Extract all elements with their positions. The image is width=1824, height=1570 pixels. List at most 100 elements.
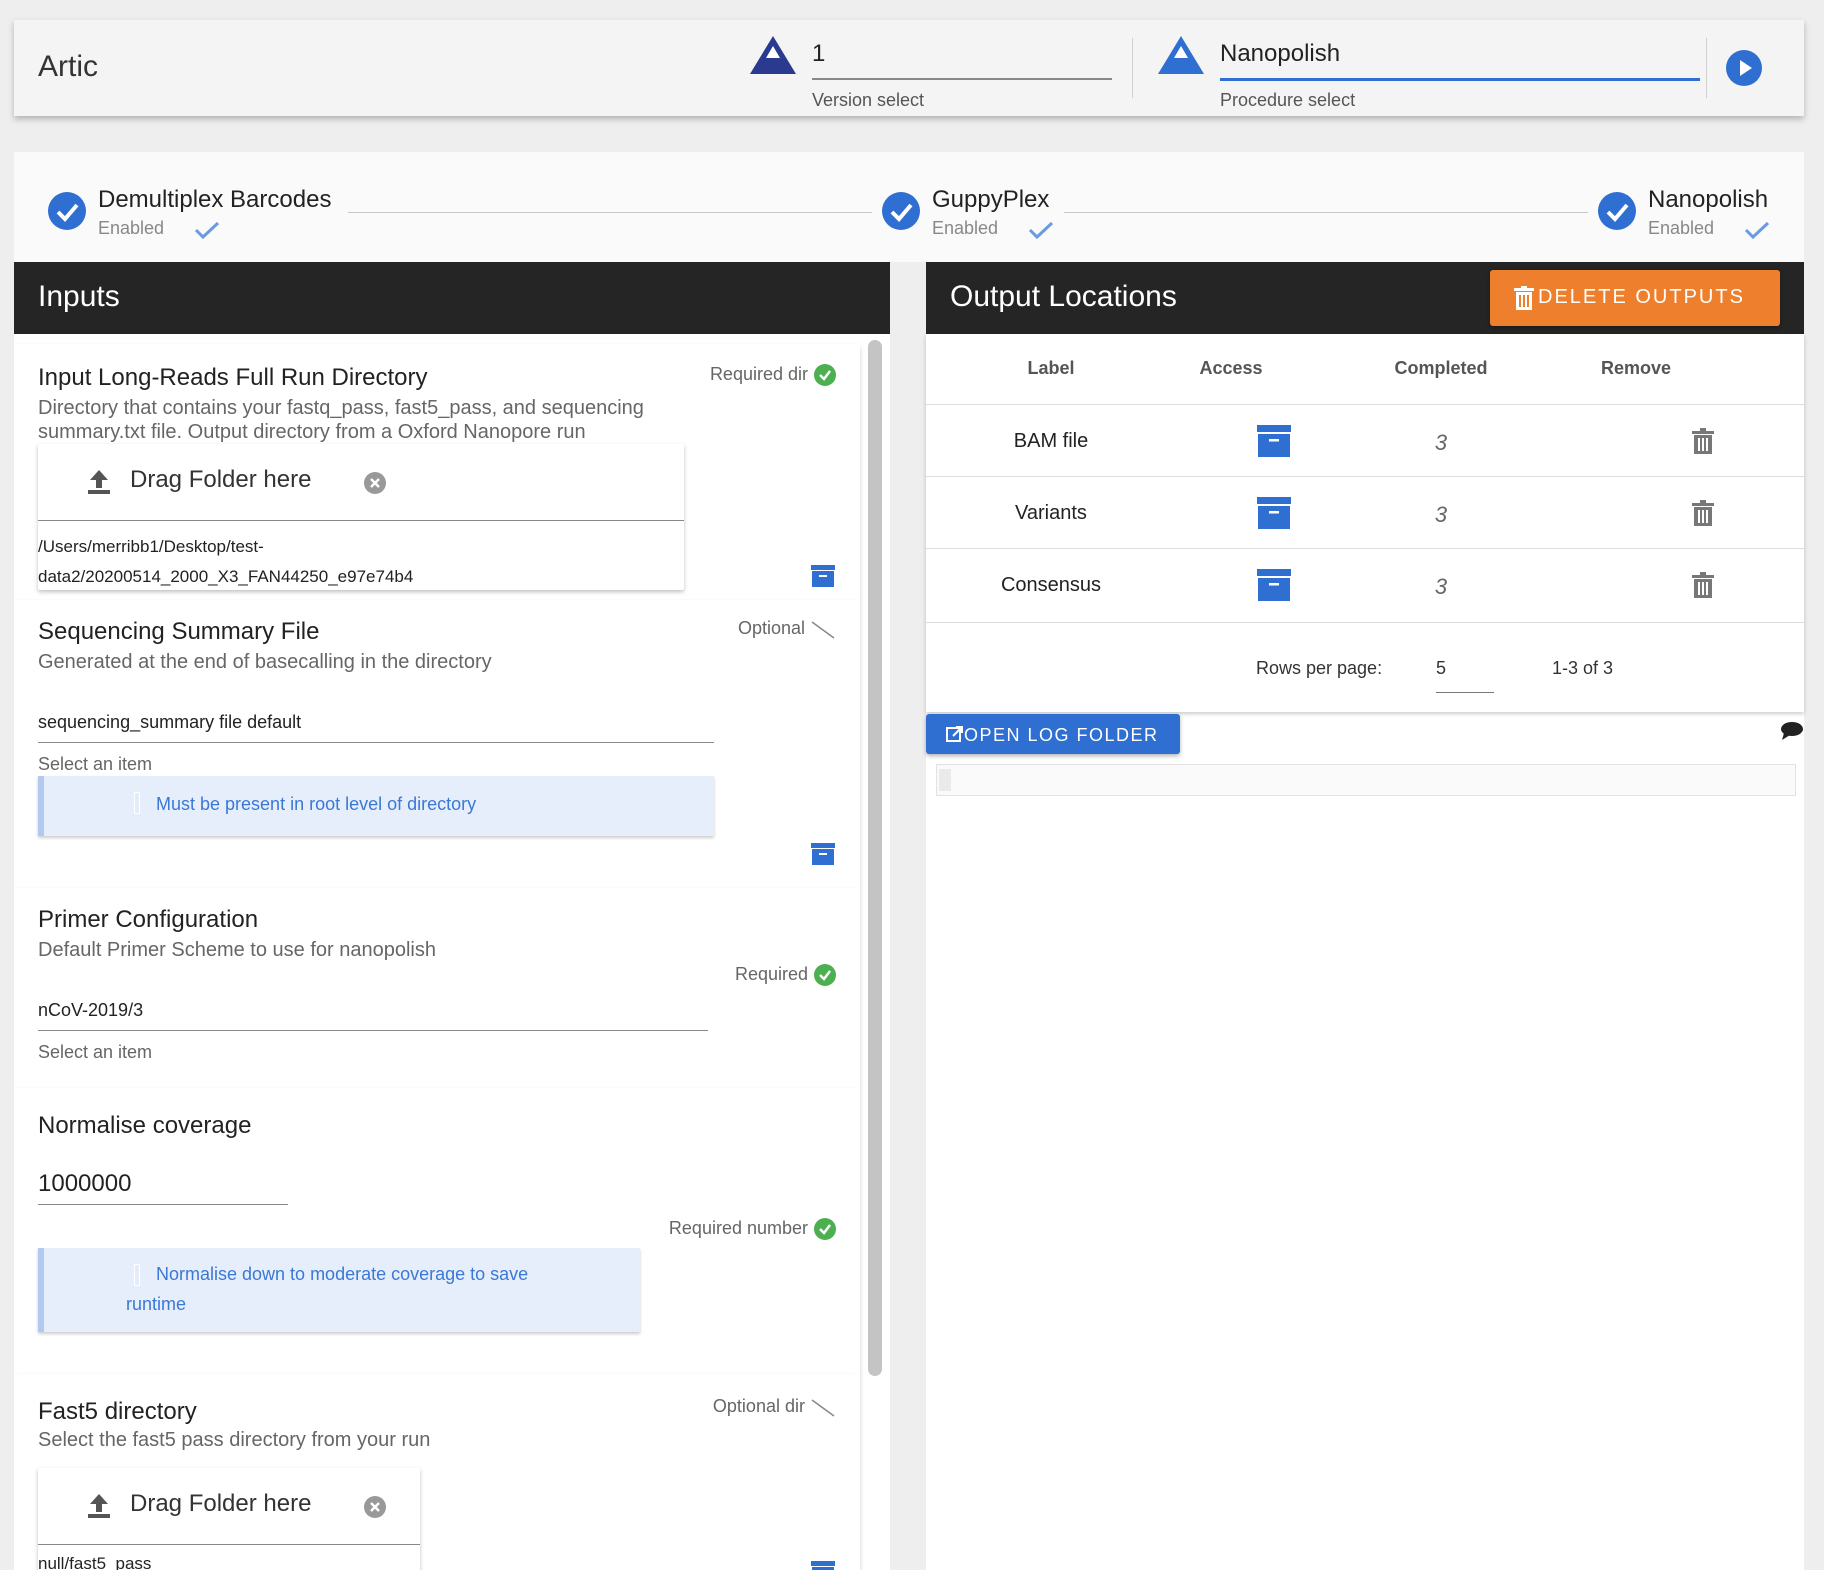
card-title: Sequencing Summary File bbox=[38, 618, 320, 645]
open-log-folder-label: OPEN LOG FOLDER bbox=[964, 725, 1159, 745]
trash-icon[interactable] bbox=[1692, 572, 1714, 598]
chat-icon[interactable] bbox=[1780, 720, 1804, 742]
clear-icon[interactable] bbox=[364, 472, 386, 494]
archive-icon[interactable] bbox=[810, 1560, 836, 1570]
artic-logo-icon bbox=[750, 36, 796, 74]
procedure-label: Procedure select bbox=[1220, 90, 1356, 110]
requirement-text: Required dir bbox=[709, 364, 808, 384]
column-header[interactable]: Completed bbox=[1356, 358, 1526, 379]
step-demultiplex[interactable]: Demultiplex Barcodes Enabled bbox=[48, 186, 348, 246]
trash-icon bbox=[1514, 286, 1534, 310]
delete-outputs-button[interactable]: DELETE OUTPUTS bbox=[1490, 270, 1780, 326]
column-header[interactable]: Label bbox=[986, 358, 1116, 379]
rows-per-page-underline bbox=[1436, 692, 1494, 693]
upload-icon bbox=[88, 1494, 110, 1518]
step-connector bbox=[1064, 212, 1588, 213]
select-underline bbox=[38, 742, 714, 743]
external-link-icon bbox=[946, 726, 963, 742]
check-circle-icon bbox=[814, 1218, 836, 1241]
selected-path: /Users/merribb1/Desktop/test- data2/2020… bbox=[38, 532, 413, 592]
select-value[interactable]: sequencing_summary file default bbox=[38, 712, 301, 733]
dropzone-divider bbox=[38, 520, 684, 521]
folder-dropzone[interactable]: Drag Folder here /Users/merribb1/Desktop… bbox=[38, 444, 684, 590]
dropzone-divider bbox=[38, 1544, 420, 1545]
procedure-select[interactable]: Nanopolish Procedure select bbox=[1156, 26, 1716, 112]
inputs-header: Inputs bbox=[14, 262, 890, 334]
log-output[interactable] bbox=[936, 764, 1796, 796]
check-circle-icon bbox=[814, 364, 836, 387]
requirement-badge: Required dir bbox=[709, 364, 836, 387]
archive-icon[interactable] bbox=[1256, 496, 1292, 530]
path-line: data2/20200514_2000_X3_FAN44250_e97e74b4 bbox=[38, 567, 414, 586]
inputs-scrollbar[interactable] bbox=[868, 340, 882, 1376]
card-description: Directory that contains your fastq_pass,… bbox=[38, 396, 678, 444]
row-label: Consensus bbox=[1000, 574, 1102, 596]
number-input[interactable]: 1000000 bbox=[38, 1170, 131, 1198]
version-value: 1 bbox=[812, 40, 826, 67]
top-bar: Artic 1 Version select Nanopolish Proced… bbox=[14, 20, 1804, 116]
drop-label: Drag Folder here bbox=[130, 466, 312, 493]
step-status: Enabled bbox=[1648, 218, 1715, 238]
checkmark-icon bbox=[1744, 221, 1770, 240]
row-label: Variants bbox=[1015, 502, 1087, 524]
step-guppyplex[interactable]: GuppyPlex Enabled bbox=[882, 186, 1062, 246]
run-button[interactable] bbox=[1726, 50, 1762, 86]
info-alert: Normalise down to moderate coverage to s… bbox=[38, 1248, 640, 1332]
card-description: Default Primer Scheme to use for nanopol… bbox=[38, 939, 436, 961]
play-divider bbox=[1706, 38, 1707, 98]
step-status: Enabled bbox=[932, 218, 999, 238]
step-nanopolish[interactable]: Nanopolish Enabled bbox=[1598, 186, 1788, 246]
version-select[interactable]: 1 Version select bbox=[748, 26, 1128, 112]
requirement-badge: Required number bbox=[669, 1218, 836, 1241]
completed-count: 3 bbox=[1434, 502, 1448, 527]
description-line: summary.txt file. Output directory from … bbox=[38, 421, 586, 443]
checkmark-icon bbox=[1028, 221, 1054, 240]
select-value[interactable]: nCoV-2019/3 bbox=[38, 1000, 143, 1021]
log-scroll-thumb[interactable] bbox=[939, 769, 951, 791]
requirement-badge: Required bbox=[734, 964, 836, 987]
drop-label: Drag Folder here bbox=[130, 1490, 312, 1517]
check-circle-icon bbox=[1598, 192, 1636, 230]
step-status: Enabled bbox=[98, 218, 165, 238]
completed-count: 3 bbox=[1434, 574, 1448, 599]
card-title: Normalise coverage bbox=[38, 1112, 252, 1139]
archive-icon[interactable] bbox=[810, 842, 836, 866]
version-label: Version select bbox=[812, 90, 925, 110]
card-title: Primer Configuration bbox=[38, 906, 259, 933]
info-alert: Must be present in root level of directo… bbox=[38, 776, 714, 836]
delete-outputs-label: DELETE OUTPUTS bbox=[1538, 286, 1745, 308]
select-underline bbox=[38, 1030, 708, 1031]
open-log-folder-button[interactable]: OPEN LOG FOLDER bbox=[926, 714, 1180, 754]
input-card-normalise-coverage: Normalise coverage 1000000 Required numb… bbox=[14, 1088, 860, 1374]
select-hint: Select an item bbox=[38, 754, 153, 774]
folder-dropzone[interactable]: Drag Folder here null/fast5_pass bbox=[38, 1468, 420, 1570]
procedure-value: Nanopolish bbox=[1220, 40, 1341, 67]
step-title: Nanopolish bbox=[1648, 186, 1769, 213]
trash-icon[interactable] bbox=[1692, 428, 1714, 454]
row-divider bbox=[926, 548, 1804, 549]
requirement-text: Required bbox=[734, 964, 808, 984]
optional-slash-icon bbox=[811, 621, 835, 639]
trash-icon[interactable] bbox=[1692, 500, 1714, 526]
archive-icon[interactable] bbox=[810, 564, 836, 588]
rows-per-page-select[interactable]: 5 bbox=[1436, 658, 1446, 679]
checkmark-icon bbox=[194, 221, 220, 240]
row-divider bbox=[926, 622, 1804, 623]
check-circle-icon bbox=[882, 192, 920, 230]
archive-icon[interactable] bbox=[1256, 424, 1292, 458]
column-header[interactable]: Access bbox=[1156, 358, 1306, 379]
card-description: Select the fast5 pass directory from you… bbox=[38, 1429, 431, 1451]
optional-slash-icon bbox=[811, 1399, 835, 1417]
column-header[interactable]: Remove bbox=[1566, 358, 1706, 379]
requirement-text: Optional dir bbox=[712, 1396, 805, 1416]
step-connector bbox=[348, 212, 872, 213]
description-line: Directory that contains your fastq_pass,… bbox=[38, 397, 644, 419]
selected-path: null/fast5_pass bbox=[38, 1554, 152, 1570]
select-hint: Select an item bbox=[38, 1042, 153, 1062]
pagination-range: 1-3 of 3 bbox=[1552, 658, 1614, 678]
requirement-text: Optional bbox=[737, 618, 805, 638]
archive-icon[interactable] bbox=[1256, 568, 1292, 602]
play-icon bbox=[1740, 60, 1752, 76]
clear-icon[interactable] bbox=[364, 1496, 386, 1518]
step-title: Demultiplex Barcodes bbox=[98, 186, 332, 213]
